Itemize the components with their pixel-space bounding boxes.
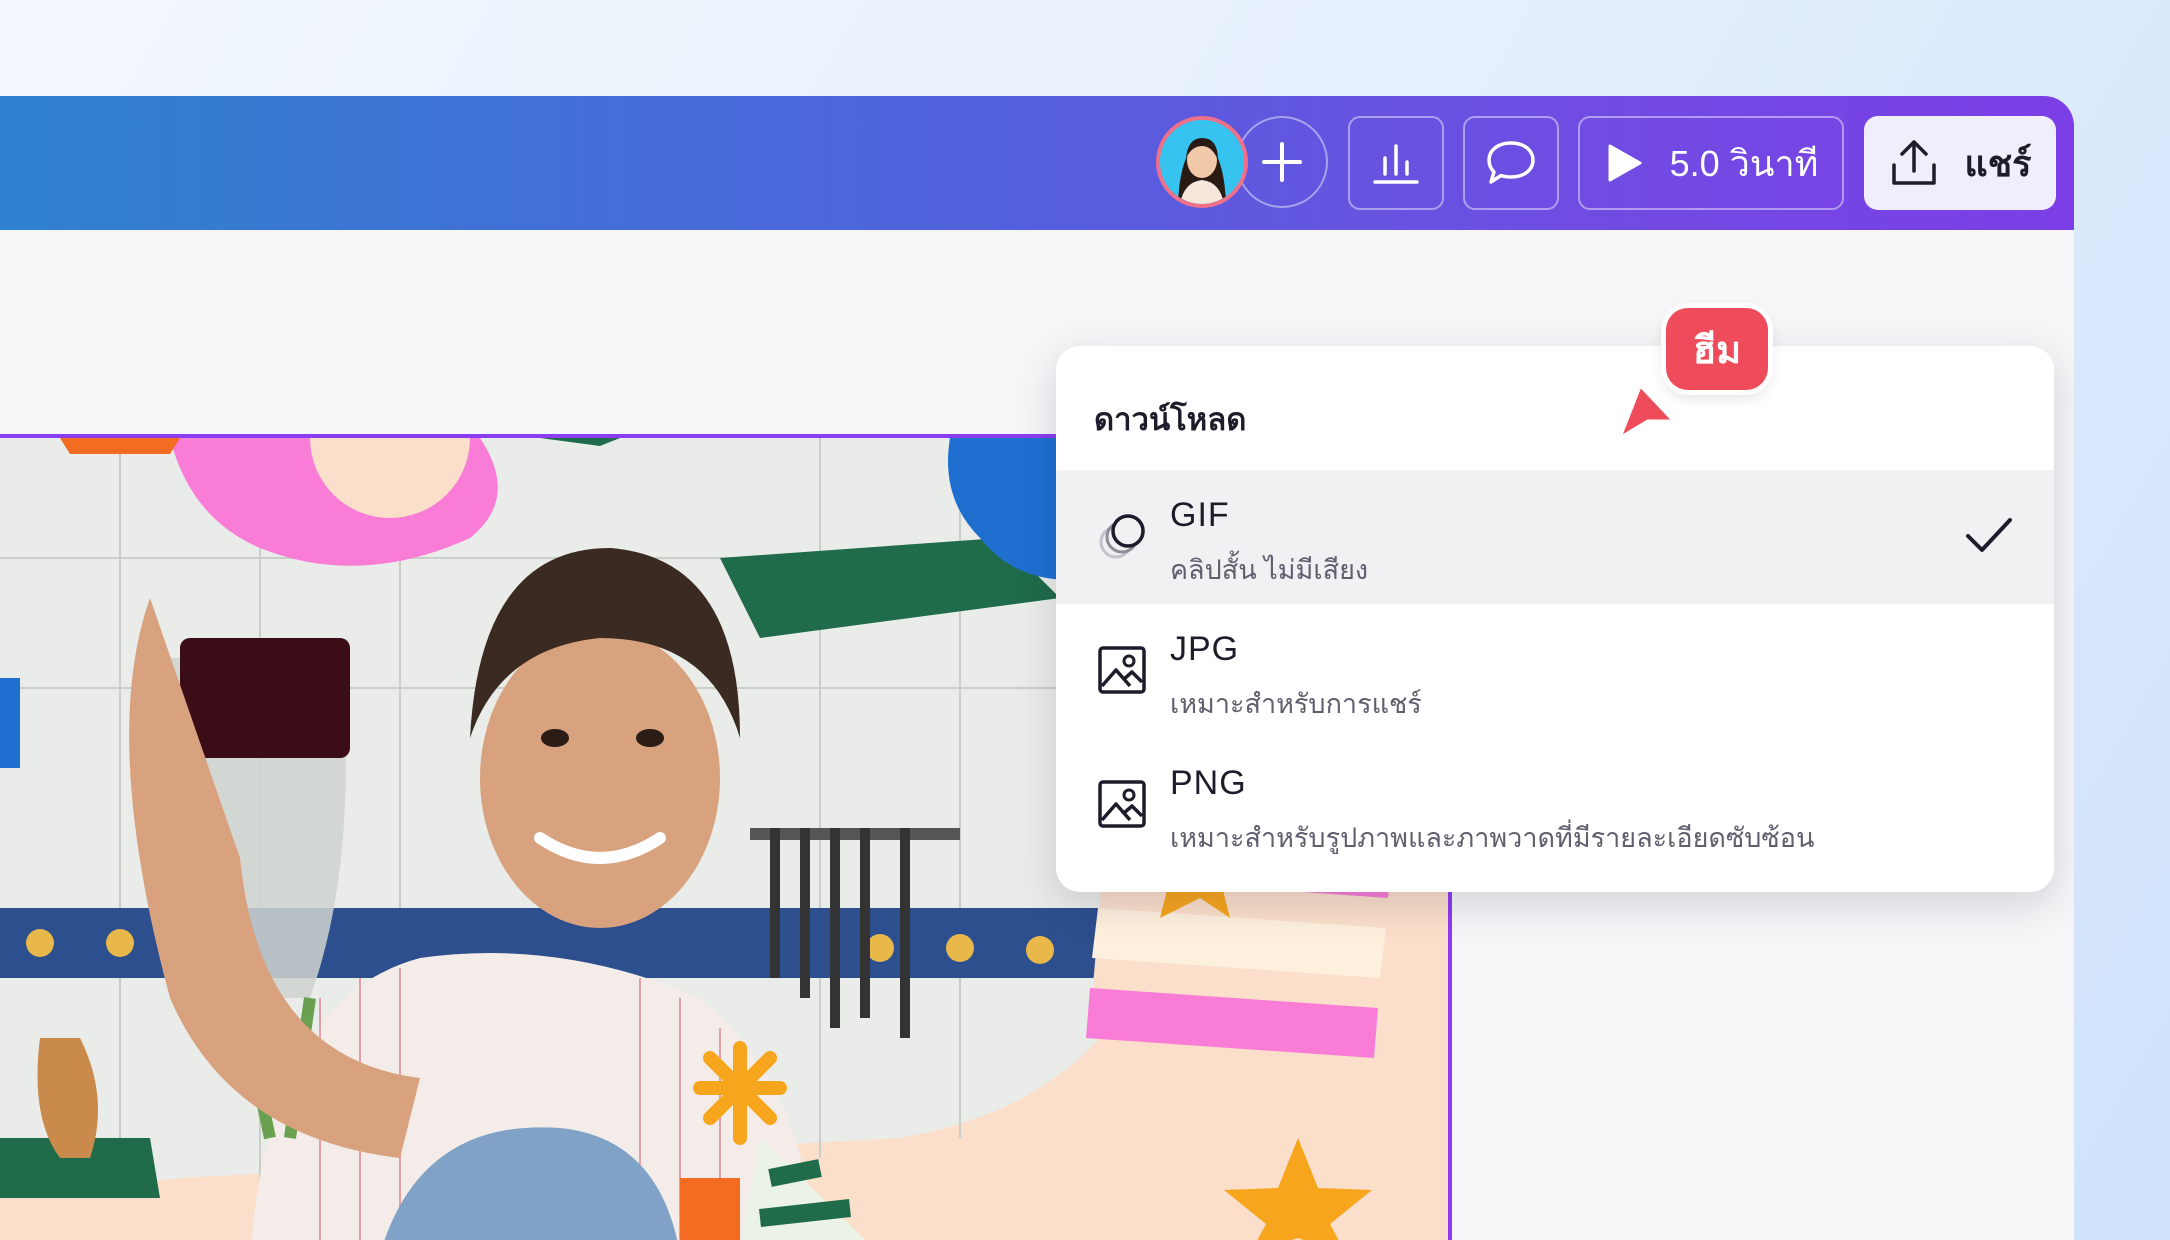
- format-name: PNG: [1170, 764, 1247, 802]
- image-icon: [1098, 780, 1146, 828]
- download-format-menu: ดาวน์โหลด GIF คลิปสั้น ไม่มีเสียง JPG เห…: [1056, 346, 2054, 892]
- format-option-gif[interactable]: GIF คลิปสั้น ไม่มีเสียง: [1056, 470, 2054, 604]
- present-play-button[interactable]: 5.0 วินาที: [1578, 116, 1844, 210]
- image-icon: [1098, 646, 1146, 694]
- upload-share-icon: [1891, 140, 1936, 185]
- format-description: คลิปสั้น ไม่มีเสียง: [1170, 555, 1369, 585]
- comments-button[interactable]: [1463, 116, 1559, 210]
- bar-chart-icon: [1373, 144, 1419, 184]
- format-description: เหมาะสำหรับการแชร์: [1170, 689, 1422, 719]
- format-name: GIF: [1170, 496, 1230, 534]
- download-menu-title: ดาวน์โหลด: [1094, 402, 1247, 437]
- collaborator-cursor-icon: [1615, 381, 1679, 443]
- plus-icon: [1262, 142, 1302, 182]
- insights-button[interactable]: [1348, 116, 1444, 210]
- comment-icon: [1487, 141, 1535, 184]
- add-collaborator-button[interactable]: [1236, 116, 1328, 208]
- format-description: เหมาะสำหรับรูปภาพและภาพวาดที่มีรายละเอีย…: [1170, 823, 1815, 853]
- share-label: แชร์: [1964, 142, 2032, 184]
- gif-animation-icon: [1099, 514, 1145, 559]
- format-option-png[interactable]: PNG เหมาะสำหรับรูปภาพและภาพวาดที่มีรายละ…: [1056, 738, 2054, 872]
- play-icon: [1608, 144, 1642, 182]
- format-name: JPG: [1170, 630, 1240, 668]
- editor-header: 5.0 วินาที แชร์: [0, 96, 2074, 230]
- format-option-jpg[interactable]: JPG เหมาะสำหรับการแชร์: [1056, 604, 2054, 738]
- play-duration-label: 5.0 วินาที: [1669, 142, 1819, 184]
- checkmark-icon: [1966, 518, 2012, 552]
- user-avatar[interactable]: [1156, 116, 1248, 208]
- share-button[interactable]: แชร์: [1864, 116, 2056, 210]
- editor-window: 5.0 วินาที แชร์ ดาวน์โหลด GIF คลิปสั้น ไ…: [0, 96, 2074, 1240]
